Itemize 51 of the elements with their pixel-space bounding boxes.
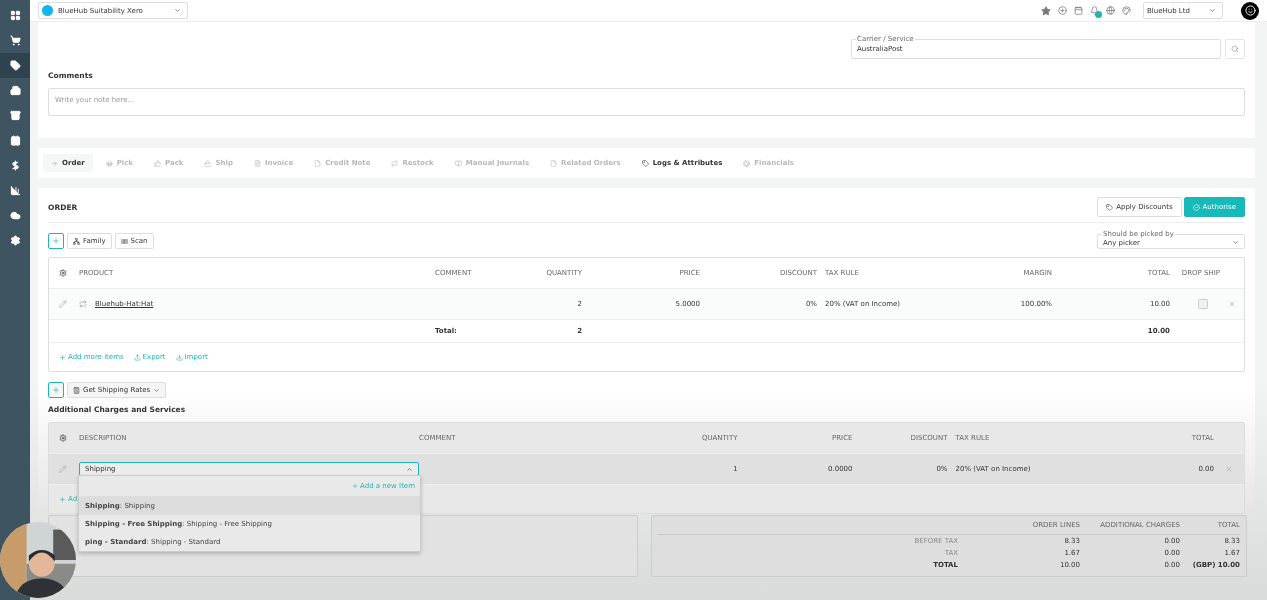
hierarchy-icon (73, 237, 80, 245)
caret-icon (174, 7, 181, 14)
add-button[interactable] (48, 382, 64, 398)
globe-icon[interactable] (1106, 6, 1115, 15)
plus-icon (52, 386, 60, 394)
caret-icon (406, 465, 413, 473)
book-icon (454, 159, 462, 167)
exchange-icon (391, 159, 399, 167)
caret-icon (153, 386, 161, 394)
sidebar-item[interactable] (0, 53, 30, 78)
basket-icon (105, 159, 113, 167)
tag-icon (1106, 203, 1114, 211)
settings-icon (9, 235, 21, 246)
dashboard-icon (9, 10, 21, 21)
plus-icon (52, 237, 60, 245)
arrow-icon (51, 159, 58, 167)
add-button[interactable] (48, 233, 64, 249)
upload-icon (133, 353, 141, 361)
product-icon (79, 300, 87, 308)
palette-icon[interactable] (1122, 6, 1131, 15)
tag-icon (641, 159, 649, 167)
thumbs-up-icon (153, 159, 161, 167)
globe-icon (743, 159, 751, 167)
cart-icon (9, 35, 21, 46)
check-icon (1192, 203, 1200, 211)
search-icon (1231, 45, 1239, 53)
calculator-icon (73, 386, 80, 394)
bell-icon[interactable] (1090, 6, 1099, 15)
file-icon (550, 159, 558, 167)
plus-icon (59, 495, 66, 503)
logo-icon (42, 5, 53, 16)
plus-icon (59, 353, 66, 361)
star-icon[interactable] (1041, 5, 1051, 16)
document-icon (253, 159, 261, 167)
add-icon[interactable] (1058, 6, 1067, 15)
download-icon (175, 353, 183, 361)
chart-icon (9, 185, 21, 196)
caret-icon (1232, 238, 1239, 246)
calendar-icon[interactable] (1074, 6, 1083, 15)
settings-icon[interactable] (59, 434, 67, 442)
tag-icon (9, 60, 21, 71)
settings-icon[interactable] (59, 269, 67, 277)
plus-icon (352, 483, 359, 489)
cloud-icon (9, 210, 21, 221)
dollar-icon (9, 160, 21, 171)
barcode-icon (120, 237, 128, 245)
drop-ship-checkbox[interactable] (1198, 299, 1208, 309)
avatar-icon[interactable] (1241, 1, 1259, 20)
lock-icon (204, 159, 212, 167)
file-icon (314, 159, 322, 167)
caret-icon (1209, 7, 1216, 14)
